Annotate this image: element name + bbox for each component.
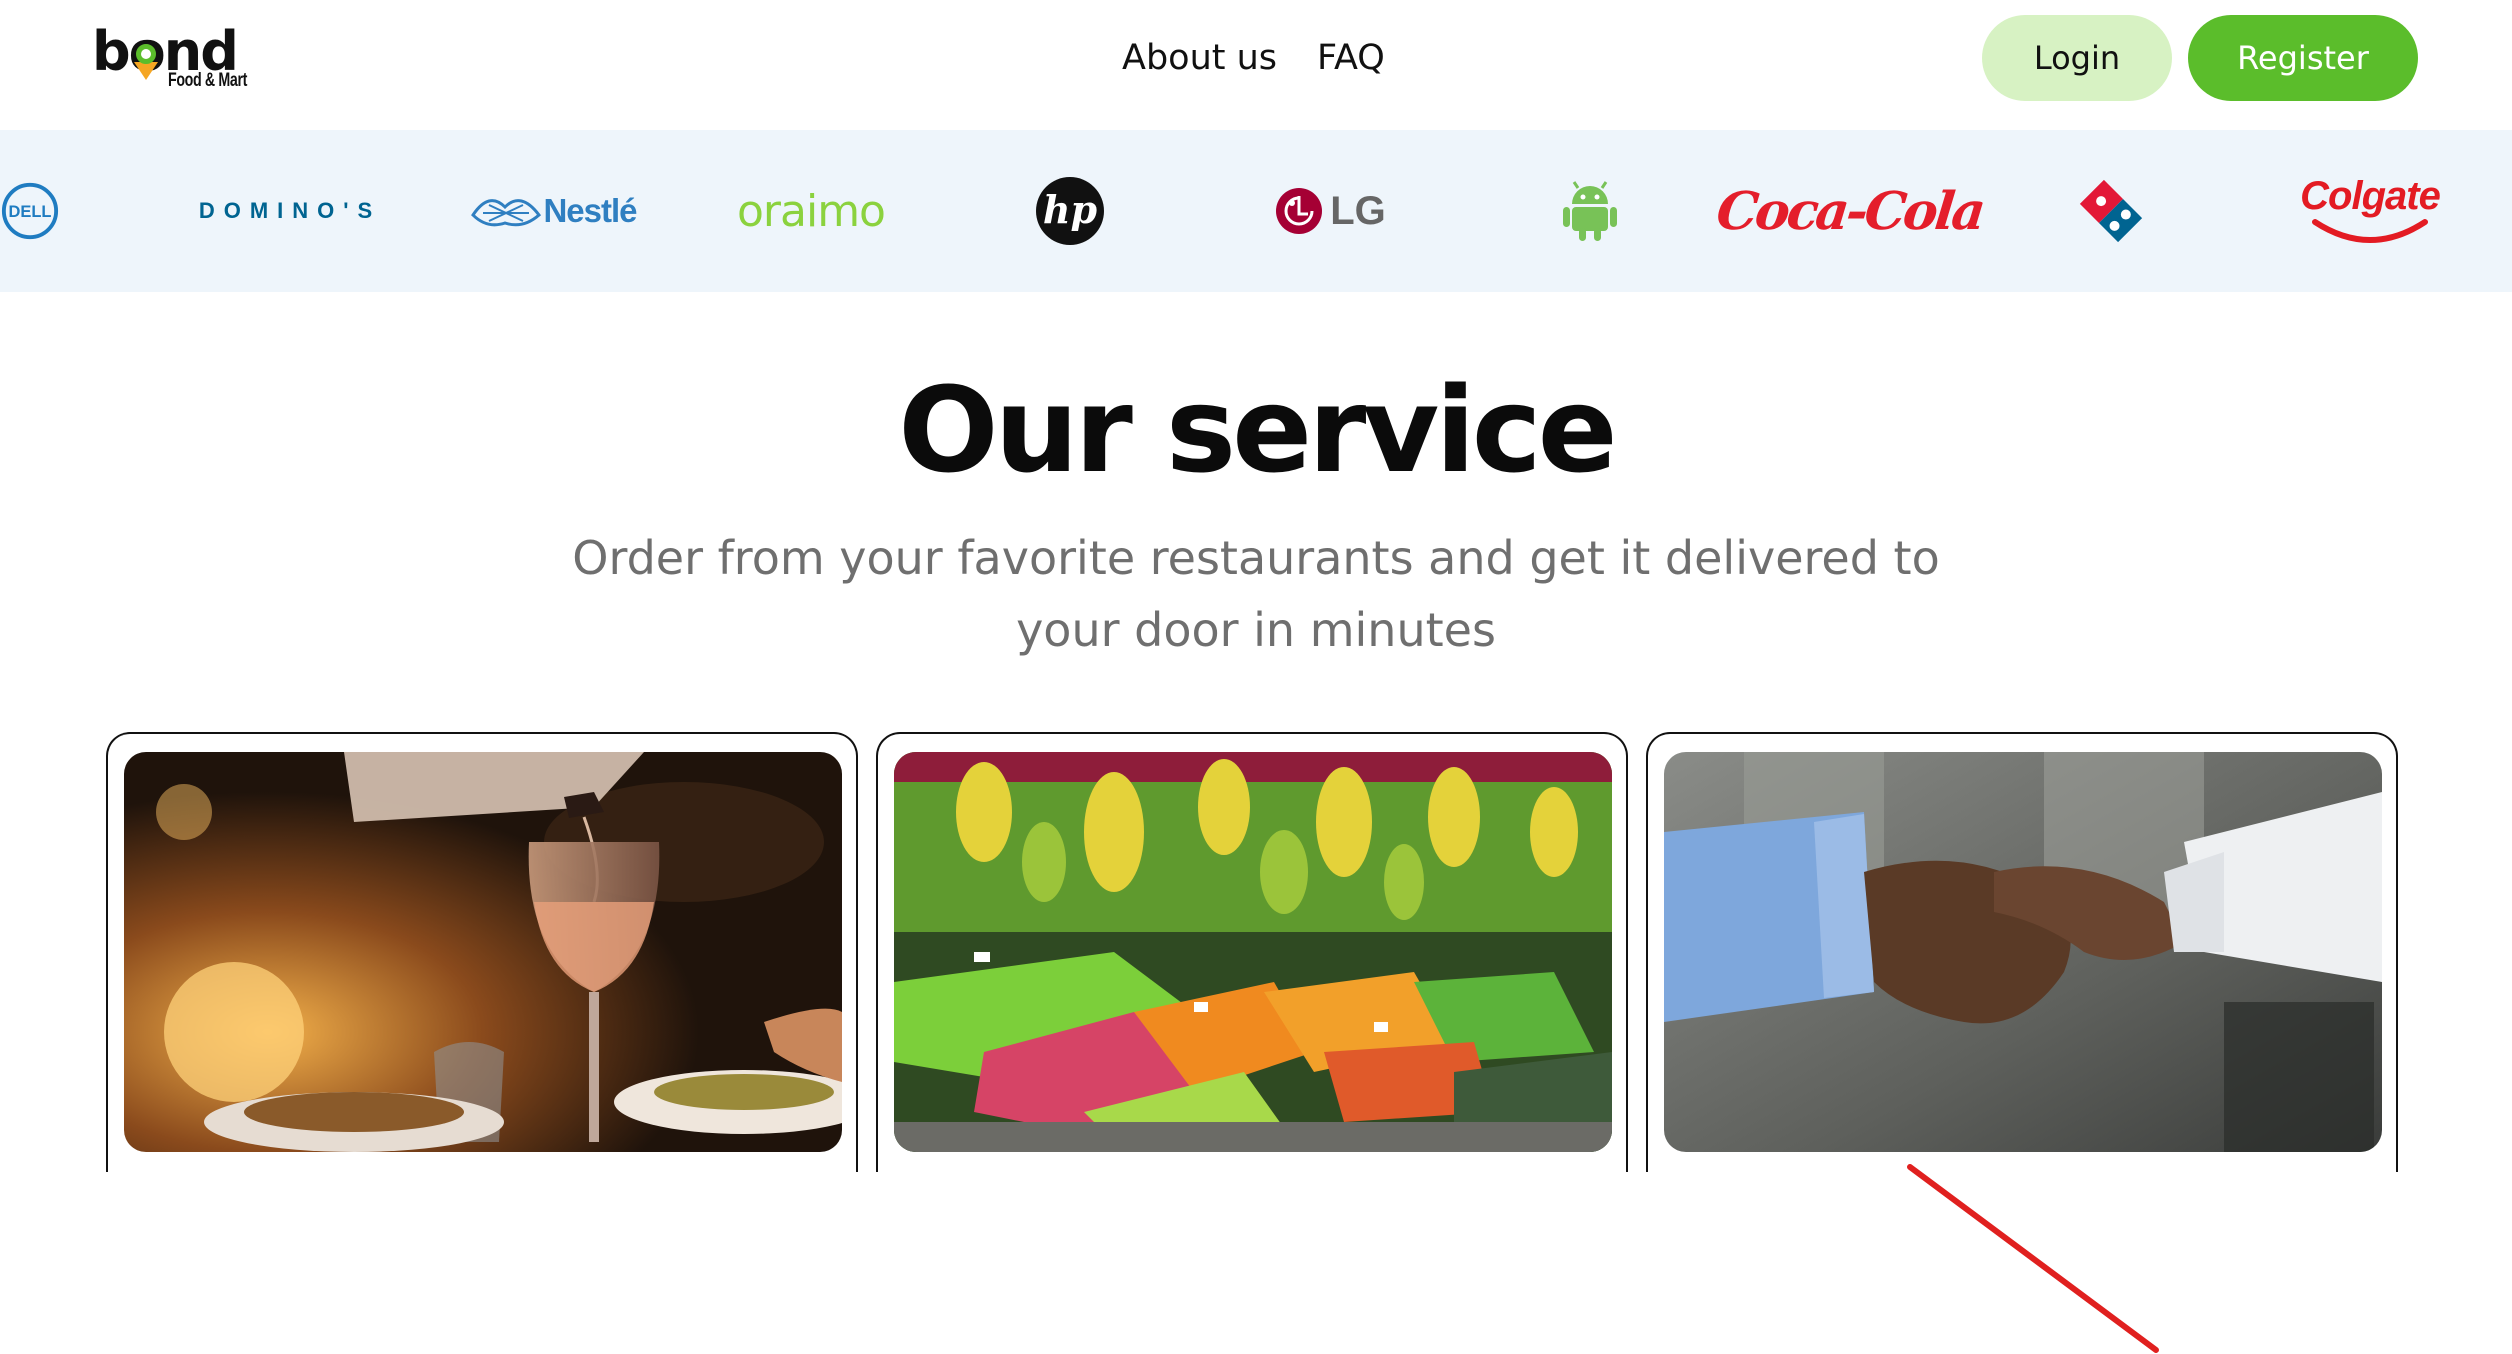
service-card-partnership[interactable] (1646, 732, 2398, 1172)
partner-brands-strip: DELL DOMINO'S Nestlé oraimo hp LG Coca-C… (0, 130, 2512, 292)
section-subtitle: Order from your favorite restaurants and… (572, 531, 1940, 657)
main-nav: About us FAQ (1122, 30, 1385, 86)
restaurant-dining-photo (124, 752, 842, 1152)
nestle-nest-icon (471, 199, 542, 227)
brand-android (1560, 130, 1620, 292)
dell-logo-icon: DELL (1, 182, 59, 240)
bond-logo[interactable]: bond Food & Mart (92, 22, 262, 102)
nav-faq[interactable]: FAQ (1317, 30, 1385, 86)
brand-lg: LG (1270, 130, 1390, 292)
lg-wordmark: LG (1330, 188, 1386, 233)
brand-dell: DELL (0, 130, 60, 292)
login-button[interactable]: Login (1982, 15, 2172, 101)
nestle-wordmark: Nestlé (543, 192, 637, 229)
hp-logo-text: hp (1043, 187, 1098, 232)
fruit-market-photo (894, 752, 1612, 1152)
site-header: bond Food & Mart About us FAQ Login Regi… (0, 0, 2512, 130)
brand-nestle: Nestlé (458, 130, 648, 292)
android-robot-icon (1563, 181, 1617, 241)
handshake-photo (1664, 752, 2382, 1152)
logo-tagline: Food & Mart (168, 70, 247, 91)
section-title: Our service (898, 361, 1617, 499)
brand-dominos: DOMINO'S (190, 130, 390, 292)
service-card-market[interactable] (876, 732, 1628, 1172)
oraimo-wordmark: oraimo (737, 185, 886, 237)
dominos-wordmark: DOMINO'S (198, 198, 382, 223)
brand-oraimo: oraimo (716, 130, 906, 292)
brand-coca-cola: Coca-Cola (1714, 130, 1986, 292)
logo-dot-icon (136, 44, 156, 64)
hp-logo-icon: hp (1036, 177, 1104, 245)
nav-about-us[interactable]: About us (1122, 30, 1277, 86)
register-button[interactable]: Register (2188, 15, 2418, 101)
colgate-wordmark: Colgate (2300, 174, 2441, 218)
brand-dominos-tile (2076, 130, 2146, 292)
brand-hp: hp (1030, 130, 1110, 292)
coca-cola-wordmark: Coca-Cola (1714, 180, 1986, 242)
dominos-tile-icon (2079, 179, 2143, 243)
dell-logo-text: DELL (9, 203, 52, 221)
lg-face-icon (1276, 188, 1323, 234)
brand-colgate: Colgate (2270, 130, 2470, 292)
location-pin-icon (134, 62, 158, 80)
service-card-restaurant[interactable] (106, 732, 858, 1172)
colgate-swoosh-icon (2312, 219, 2428, 243)
